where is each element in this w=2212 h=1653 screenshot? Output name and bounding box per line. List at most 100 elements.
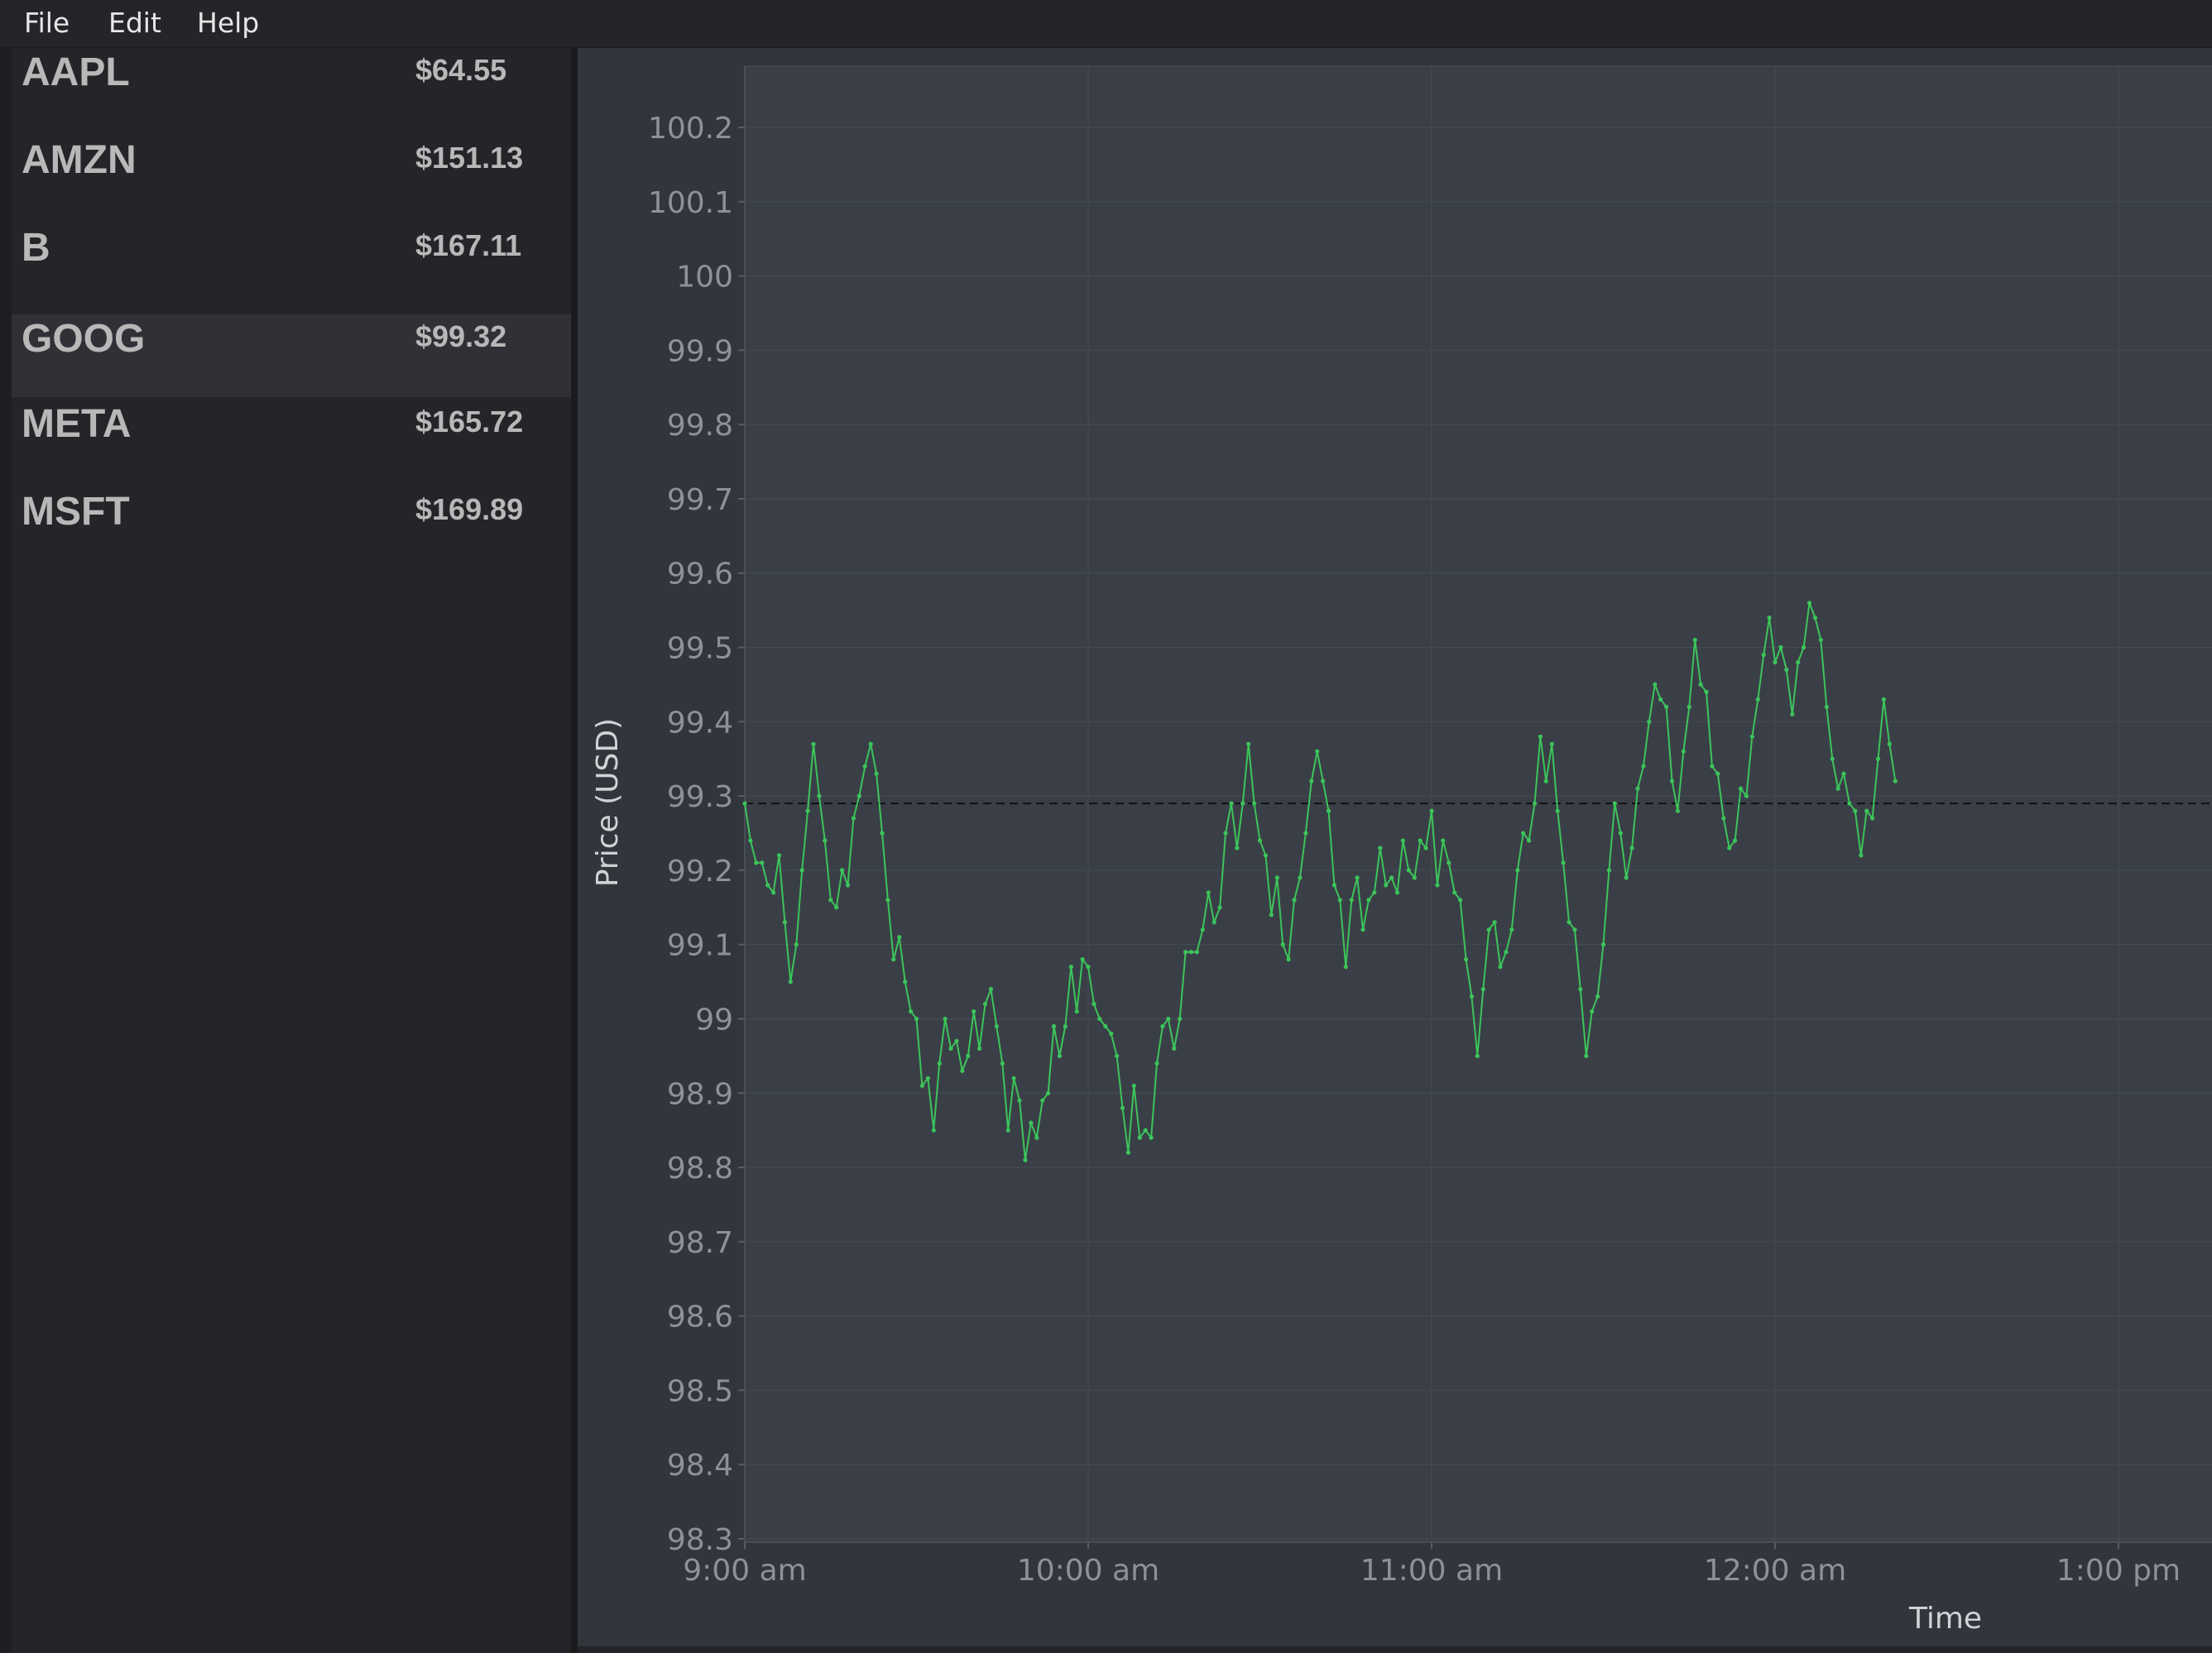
y-tick-label: 98.8 (667, 1152, 733, 1186)
y-tick-label: 98.5 (667, 1374, 733, 1408)
data-point (1274, 875, 1279, 880)
y-tick-label: 98.3 (667, 1523, 733, 1557)
data-point (1337, 898, 1342, 903)
data-point (880, 831, 885, 836)
data-point (1887, 741, 1892, 746)
data-point (1000, 1061, 1005, 1066)
y-tick-label: 99.9 (667, 334, 733, 368)
data-point (1590, 1009, 1595, 1014)
data-point (1109, 1031, 1114, 1036)
data-point (1807, 601, 1812, 606)
y-tick-label: 99.7 (667, 483, 733, 517)
data-point (1423, 846, 1428, 850)
data-point (1812, 616, 1817, 620)
data-point (1178, 1016, 1183, 1022)
chart-panel: 100.2 100.1 100 99.9 99.8 99.7 99.6 99.5 99.4 99.… (578, 48, 2212, 1646)
data-point (1315, 749, 1320, 754)
data-point (1802, 644, 1807, 650)
menu-file[interactable]: File (24, 7, 70, 39)
data-point (1005, 1128, 1010, 1133)
data-point (925, 1076, 930, 1080)
data-point (1372, 890, 1377, 895)
data-point (1796, 659, 1801, 665)
data-point (828, 898, 833, 903)
data-point (1847, 801, 1852, 806)
data-point (1749, 734, 1754, 739)
data-point (856, 793, 861, 798)
data-point (1447, 860, 1451, 865)
data-point (1217, 905, 1222, 910)
data-point (1400, 838, 1405, 843)
data-point (903, 980, 908, 985)
data-point (1600, 942, 1606, 947)
y-tick-label: 99.4 (667, 706, 733, 740)
menu-help[interactable]: Help (197, 7, 259, 39)
data-point (1366, 898, 1371, 903)
y-tick-label: 99 (695, 1003, 733, 1037)
data-point (1498, 965, 1503, 970)
data-point (1029, 1120, 1034, 1125)
data-point (1612, 801, 1617, 806)
ticker-symbol: AAPL (22, 50, 130, 94)
ticker-symbol: AMZN (22, 138, 137, 182)
data-point (811, 741, 816, 746)
data-point (1606, 868, 1611, 873)
data-point (845, 883, 851, 888)
data-point (1429, 808, 1434, 813)
data-point (1046, 1090, 1051, 1095)
data-point (1738, 786, 1744, 791)
data-point (1458, 898, 1463, 903)
data-point (754, 860, 759, 865)
ticker-row-meta[interactable]: META $165.72 (12, 400, 571, 482)
data-point (1023, 1157, 1028, 1162)
data-point (919, 1083, 924, 1088)
data-point (1864, 808, 1869, 813)
data-point (1166, 1016, 1171, 1022)
data-point (1292, 898, 1297, 903)
y-tick-label: 98.6 (667, 1301, 733, 1334)
data-point (834, 905, 839, 910)
panel-splitter[interactable] (571, 48, 578, 1653)
ticker-row-goog[interactable]: GOOG $99.32 (12, 314, 571, 397)
data-point (868, 741, 873, 746)
data-point (1154, 1061, 1159, 1066)
data-point (1721, 816, 1726, 821)
data-point (891, 957, 896, 962)
data-point (1727, 846, 1732, 850)
y-tick-label: 99.1 (667, 929, 733, 963)
data-point (1229, 801, 1234, 806)
ticker-price: $64.55 (415, 53, 507, 87)
data-point (1669, 779, 1675, 783)
ticker-row-amzn[interactable]: AMZN $151.13 (12, 136, 571, 218)
data-point (960, 1068, 965, 1073)
ticker-row-b[interactable]: B $167.11 (12, 223, 571, 306)
data-point (1881, 697, 1886, 702)
data-point (1309, 779, 1314, 783)
data-point (954, 1038, 959, 1043)
ticker-row-msft[interactable]: MSFT $169.89 (12, 487, 571, 570)
data-point (988, 987, 993, 992)
data-point (1641, 764, 1646, 769)
data-point (1063, 1023, 1068, 1029)
data-point (760, 860, 765, 865)
data-point (1755, 697, 1760, 702)
data-point (1538, 734, 1543, 739)
data-point (1418, 838, 1423, 843)
ticker-row-aapl[interactable]: AAPL $64.55 (12, 48, 571, 131)
data-point (1223, 831, 1228, 836)
y-tick-label: 98.7 (667, 1226, 733, 1260)
data-point (1246, 741, 1251, 746)
data-point (1715, 771, 1720, 776)
sidebar-left-edge (0, 48, 12, 1653)
data-point (1332, 883, 1336, 888)
data-point (1452, 890, 1457, 895)
data-point (1784, 667, 1789, 673)
data-point (823, 838, 828, 843)
data-point (1200, 927, 1205, 932)
y-tick-label: 99.3 (667, 780, 733, 814)
x-axis-label: Time (1908, 1602, 1982, 1636)
data-point (748, 838, 753, 843)
y-tick-label: 99.5 (667, 632, 733, 666)
menu-edit[interactable]: Edit (108, 7, 161, 39)
data-point (1349, 898, 1354, 903)
